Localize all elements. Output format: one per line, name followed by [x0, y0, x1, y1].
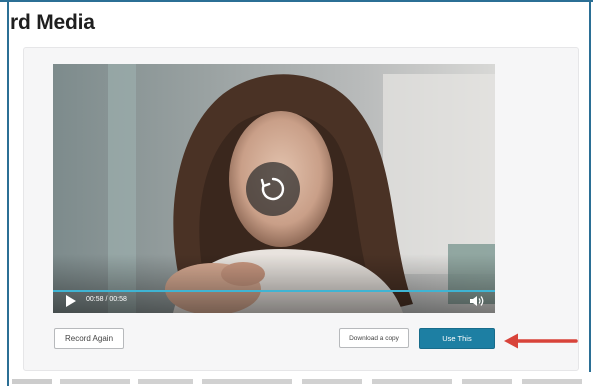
play-icon[interactable] — [64, 294, 78, 308]
replay-icon — [260, 177, 285, 201]
volume-icon[interactable] — [469, 294, 485, 308]
time-display: 00:58 / 00:58 — [86, 296, 127, 303]
page-title: rd Media — [10, 11, 95, 34]
progress-bar[interactable] — [53, 290, 495, 292]
replay-button[interactable] — [246, 162, 300, 216]
cropped-text-line — [12, 379, 582, 384]
record-again-button[interactable]: Record Again — [54, 328, 124, 349]
use-this-button[interactable]: Use This — [419, 328, 495, 349]
window-border-left — [7, 0, 9, 386]
window-border-right — [589, 0, 591, 372]
progress-fill — [53, 290, 495, 292]
download-copy-button[interactable]: Download a copy — [339, 328, 409, 348]
window-border-top — [0, 0, 593, 2]
red-arrow-icon — [504, 333, 578, 349]
